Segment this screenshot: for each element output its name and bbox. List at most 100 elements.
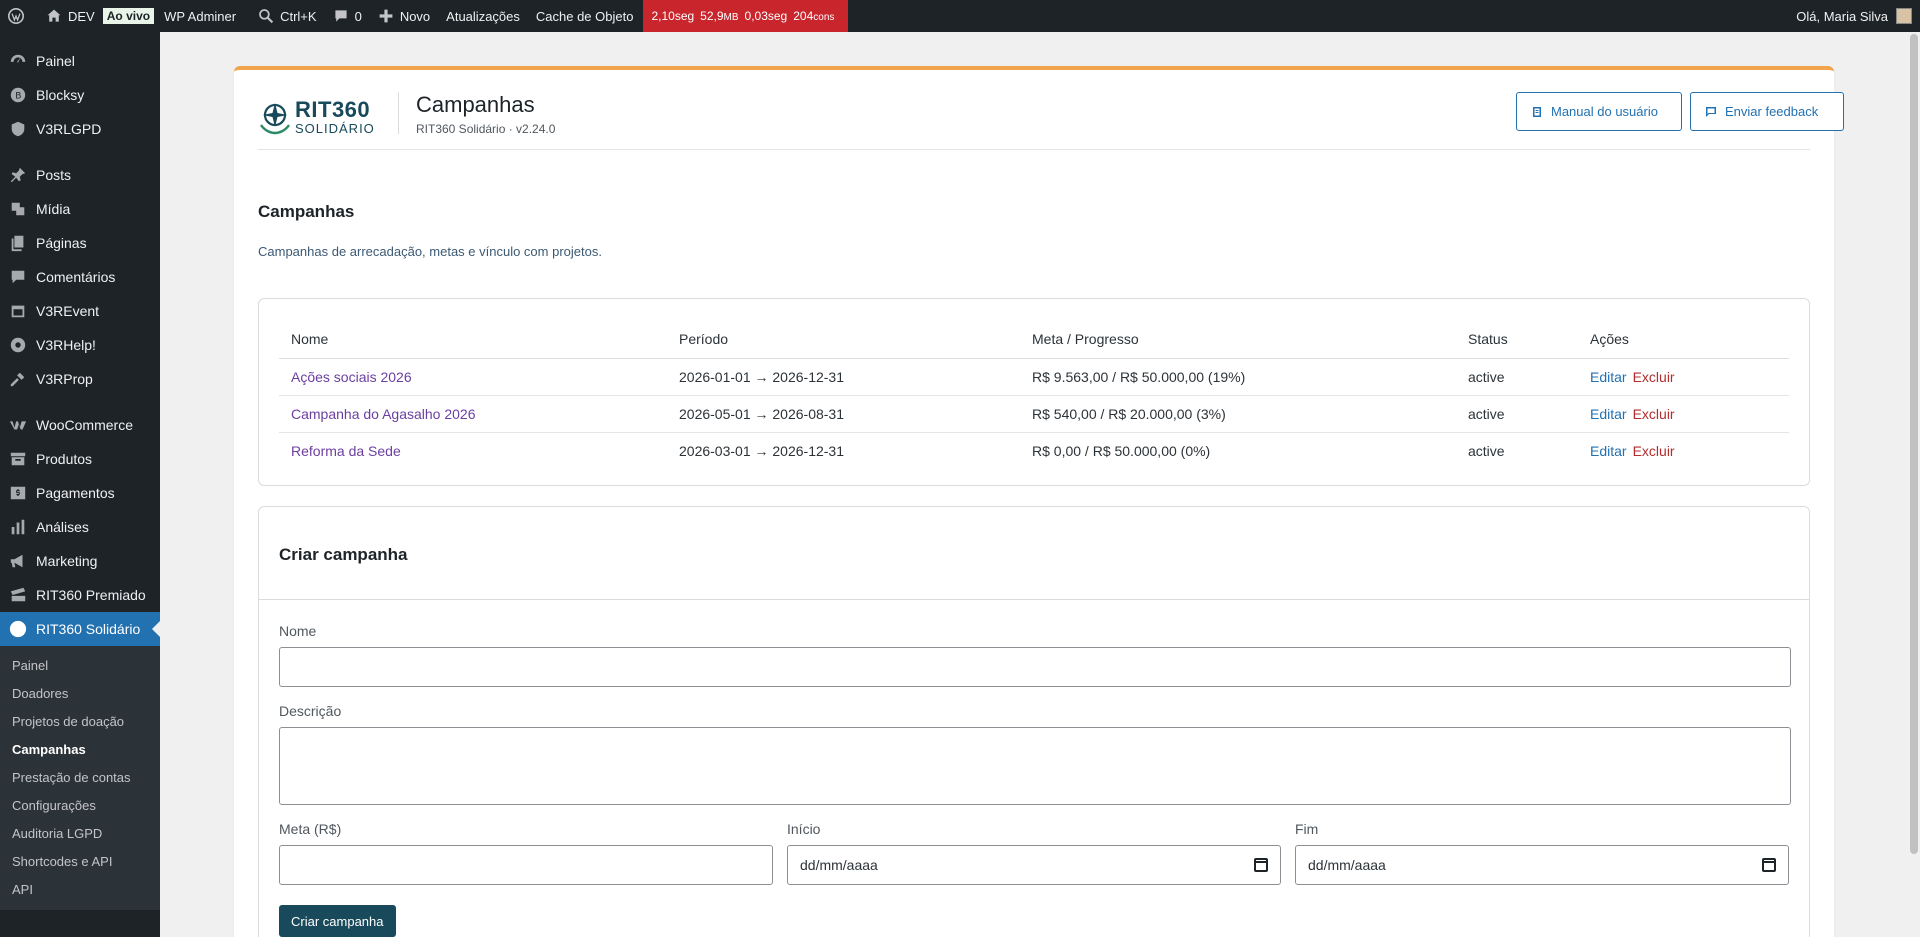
sidebar-item-marketing[interactable]: Marketing bbox=[0, 544, 160, 578]
perf-queries-value: 204 bbox=[793, 9, 814, 23]
search-button[interactable]: Ctrl+K bbox=[250, 0, 324, 32]
sidebar-item-label: RIT360 Solidário bbox=[36, 621, 141, 637]
comments-button[interactable]: 0 bbox=[325, 0, 370, 32]
start-date-input[interactable]: dd/mm/aaaa bbox=[787, 845, 1281, 885]
plugin-version: RIT360 Solidário · v2.24.0 bbox=[416, 122, 556, 136]
sidebar-item-analises[interactable]: Análises bbox=[0, 510, 160, 544]
user-manual-button[interactable]: Manual do usuário bbox=[1516, 92, 1682, 131]
delete-link[interactable]: Excluir bbox=[1633, 443, 1675, 459]
submenu-item-configuracoes[interactable]: Configurações bbox=[0, 792, 160, 820]
submenu-item-shortcodes[interactable]: Shortcodes e API bbox=[0, 848, 160, 876]
woo-icon bbox=[8, 415, 28, 435]
campaign-name-link[interactable]: Ações sociais 2026 bbox=[291, 369, 412, 385]
sidebar-item-midia[interactable]: Mídia bbox=[0, 192, 160, 226]
calendar-icon[interactable] bbox=[1254, 858, 1268, 872]
sidebar-item-v3revent[interactable]: V3REvent bbox=[0, 294, 160, 328]
submenu-item-prestacao[interactable]: Prestação de contas bbox=[0, 764, 160, 792]
sidebar-item-painel[interactable]: Painel bbox=[0, 44, 160, 78]
sidebar-item-woocommerce[interactable]: WooCommerce bbox=[0, 408, 160, 442]
submenu-item-auditoria[interactable]: Auditoria LGPD bbox=[0, 820, 160, 848]
delete-link[interactable]: Excluir bbox=[1633, 406, 1675, 422]
send-feedback-label: Enviar feedback bbox=[1725, 104, 1819, 119]
search-shortcut: Ctrl+K bbox=[280, 8, 317, 24]
campaign-period: 2026-01-01 → 2026-12-31 bbox=[667, 358, 1020, 396]
wordpress-logo-button[interactable] bbox=[0, 0, 38, 32]
archive-icon bbox=[8, 449, 28, 469]
edit-link[interactable]: Editar bbox=[1590, 406, 1627, 422]
wp-adminer-link[interactable]: WP Adminer bbox=[164, 9, 236, 24]
sidebar-item-rit360-solidario[interactable]: RIT360 Solidário bbox=[0, 612, 160, 646]
dollar-icon bbox=[8, 483, 28, 503]
campaign-goal-input[interactable] bbox=[279, 845, 773, 885]
megaphone-icon bbox=[8, 551, 28, 571]
campaign-name-link[interactable]: Reforma da Sede bbox=[291, 443, 401, 459]
sidebar-item-label: V3RHelp! bbox=[36, 337, 96, 353]
site-name-link[interactable]: DEV Ao vivo WP Adminer bbox=[38, 0, 250, 32]
admin-sidebar: Painel B Blocksy V3RLGPD Posts Mídia Pág… bbox=[0, 32, 160, 937]
scrollbar-thumb[interactable] bbox=[1910, 34, 1918, 854]
user-greeting: Olá, Maria Silva bbox=[1796, 8, 1888, 24]
sidebar-item-label: Marketing bbox=[36, 553, 98, 569]
campaign-period: 2026-03-01 → 2026-12-31 bbox=[679, 442, 845, 459]
page-scrollbar[interactable] bbox=[1908, 32, 1920, 937]
admin-bar: DEV Ao vivo WP Adminer Ctrl+K 0 Novo Atu… bbox=[0, 0, 1920, 32]
sidebar-item-pagamentos[interactable]: Pagamentos bbox=[0, 476, 160, 510]
menu-separator bbox=[0, 146, 160, 158]
campaign-status: active bbox=[1456, 358, 1578, 396]
sidebar-item-blocksy[interactable]: B Blocksy bbox=[0, 78, 160, 112]
table-row: Reforma da Sede 2026-03-01 → 2026-12-31 … bbox=[279, 432, 1789, 469]
campaign-progress: R$ 0,00 / R$ 50.000,00 (0%) bbox=[1032, 442, 1211, 459]
menu-separator bbox=[0, 396, 160, 408]
my-account-menu[interactable]: Olá, Maria Silva bbox=[1796, 8, 1920, 24]
help-icon bbox=[8, 335, 28, 355]
campaign-name-input[interactable] bbox=[279, 647, 1791, 687]
sidebar-item-posts[interactable]: Posts bbox=[0, 158, 160, 192]
perf-memory-unit: MB bbox=[723, 12, 739, 23]
updates-link[interactable]: Atualizações bbox=[438, 0, 528, 32]
sidebar-item-v3rlgpd[interactable]: V3RLGPD bbox=[0, 112, 160, 146]
calendar-icon[interactable] bbox=[1762, 858, 1776, 872]
column-header-meta: Meta / Progresso bbox=[1020, 321, 1456, 359]
campaigns-table-box: Nome Período Meta / Progresso Status Açõ… bbox=[258, 298, 1810, 486]
svg-text:B: B bbox=[15, 92, 21, 102]
sidebar-item-v3rhelp[interactable]: V3RHelp! bbox=[0, 328, 160, 362]
query-monitor-stats[interactable]: 2,10seg 52,9MB 0,03seg 204cons bbox=[643, 0, 849, 32]
campaign-progress: R$ 540,00 / R$ 20.000,00 (3%) bbox=[1020, 395, 1456, 433]
table-header-row: Nome Período Meta / Progresso Status Açõ… bbox=[279, 321, 1789, 359]
submenu-item-api[interactable]: API bbox=[0, 876, 160, 904]
submenu-item-painel[interactable]: Painel bbox=[0, 652, 160, 680]
edit-link[interactable]: Editar bbox=[1590, 443, 1627, 459]
form-divider bbox=[259, 599, 1809, 600]
description-field-label: Descrição bbox=[279, 703, 342, 719]
new-content-button[interactable]: Novo bbox=[370, 0, 438, 32]
book-icon bbox=[1533, 106, 1541, 117]
object-cache-link[interactable]: Cache de Objeto bbox=[528, 0, 642, 32]
sidebar-item-rit360-premiado[interactable]: RIT360 Premiado bbox=[0, 578, 160, 612]
column-header-status: Status bbox=[1456, 321, 1578, 359]
logo-main-text: RIT360 bbox=[295, 97, 371, 122]
sidebar-item-produtos[interactable]: Produtos bbox=[0, 442, 160, 476]
end-date-placeholder: dd/mm/aaaa bbox=[1308, 857, 1386, 873]
campaign-description-textarea[interactable] bbox=[279, 727, 1791, 805]
section-description: Campanhas de arrecadação, metas e víncul… bbox=[258, 244, 602, 259]
submenu-item-doadores[interactable]: Doadores bbox=[0, 680, 160, 708]
comment-icon bbox=[333, 8, 349, 24]
create-campaign-button[interactable]: Criar campanha bbox=[279, 905, 396, 937]
send-feedback-button[interactable]: Enviar feedback bbox=[1690, 92, 1844, 131]
campaign-name-link[interactable]: Campanha do Agasalho 2026 bbox=[291, 406, 475, 422]
sidebar-item-label: Posts bbox=[36, 167, 72, 183]
start-date-placeholder: dd/mm/aaaa bbox=[800, 857, 878, 873]
edit-link[interactable]: Editar bbox=[1590, 369, 1627, 385]
end-date-input[interactable]: dd/mm/aaaa bbox=[1295, 845, 1789, 885]
sidebar-item-paginas[interactable]: Páginas bbox=[0, 226, 160, 260]
main-card: RIT360 SOLIDÁRIO Campanhas RIT360 Solidá… bbox=[234, 66, 1844, 937]
sidebar-item-v3rprop[interactable]: V3RProp bbox=[0, 362, 160, 396]
submenu-item-campanhas[interactable]: Campanhas bbox=[0, 736, 160, 764]
sidebar-item-comentarios[interactable]: Comentários bbox=[0, 260, 160, 294]
delete-link[interactable]: Excluir bbox=[1633, 369, 1675, 385]
submenu-item-projetos[interactable]: Projetos de doação bbox=[0, 708, 160, 736]
page-header: RIT360 SOLIDÁRIO Campanhas RIT360 Solidá… bbox=[258, 92, 1844, 150]
perf-queries: 204cons bbox=[793, 9, 834, 23]
compass-hand-logo-icon bbox=[260, 103, 290, 135]
key-icon bbox=[8, 369, 28, 389]
